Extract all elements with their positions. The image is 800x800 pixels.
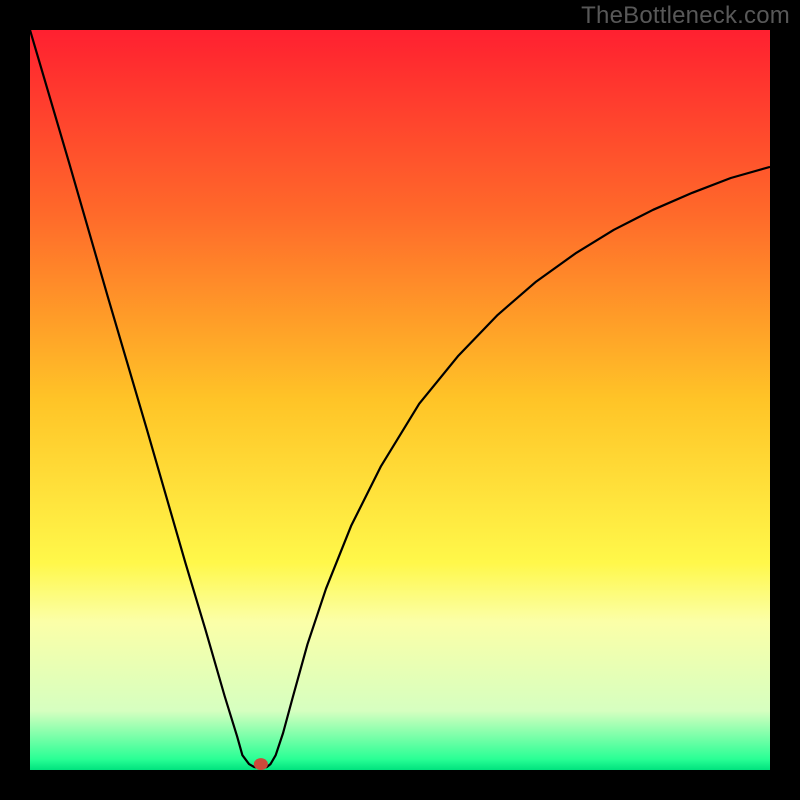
- watermark-text: TheBottleneck.com: [581, 2, 790, 30]
- plot-area: [30, 30, 770, 770]
- gradient-background: [30, 30, 770, 770]
- chart-frame: TheBottleneck.com: [0, 0, 800, 800]
- chart-svg: [30, 30, 770, 770]
- optimal-point-marker: [254, 758, 268, 770]
